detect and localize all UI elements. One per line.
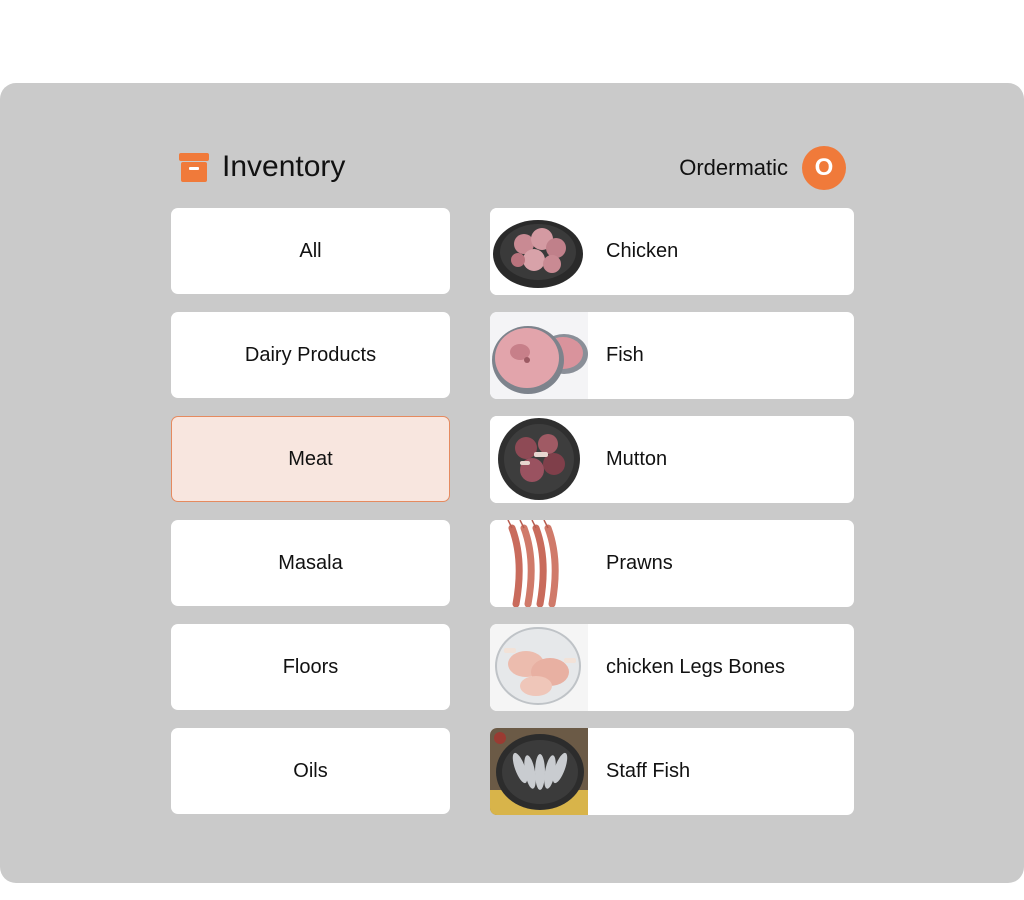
page-title: Inventory [222,150,346,183]
category-masala[interactable]: Masala [171,520,450,606]
staff-fish-photo [490,728,588,815]
item-fish[interactable]: Fish [490,312,854,399]
category-floors[interactable]: Floors [171,624,450,710]
item-prawns[interactable]: Prawns [490,520,854,607]
item-label: Mutton [606,448,668,470]
user-name: Ordermatic [679,155,788,180]
item-label: Prawns [606,552,673,574]
user-menu[interactable]: Ordermatic O [679,146,846,190]
category-dairy-products[interactable]: Dairy Products [171,312,450,398]
category-label: Meat [288,447,333,470]
item-mutton[interactable]: Mutton [490,416,854,503]
category-label: Floors [282,655,339,678]
archive-box-icon [178,151,210,183]
fish-photo [490,312,588,399]
category-label: Oils [293,759,328,782]
chicken-photo [490,208,588,295]
category-label: All [299,239,322,262]
item-chicken[interactable]: Chicken [490,208,854,295]
item-label: Fish [606,344,644,366]
item-chicken-legs-bones[interactable]: chicken Legs Bones [490,624,854,711]
prawns-photo [490,520,588,607]
avatar[interactable]: O [802,146,846,190]
category-oils[interactable]: Oils [171,728,450,814]
mutton-photo [490,416,588,503]
page-header: Inventory [178,150,345,184]
category-meat[interactable]: Meat [171,416,450,502]
item-label: Staff Fish [606,760,691,782]
category-all[interactable]: All [171,208,450,294]
chicken-legs-photo [490,624,588,711]
category-label: Dairy Products [244,343,377,366]
item-label: Chicken [606,240,679,262]
item-staff-fish[interactable]: Staff Fish [490,728,854,815]
item-list: Chicken Fish Mutton Prawns chicken Legs … [490,208,854,832]
item-label: chicken Legs Bones [606,656,786,678]
category-label: Masala [278,551,343,574]
category-list: All Dairy Products Meat Masala Floors Oi… [171,208,450,832]
